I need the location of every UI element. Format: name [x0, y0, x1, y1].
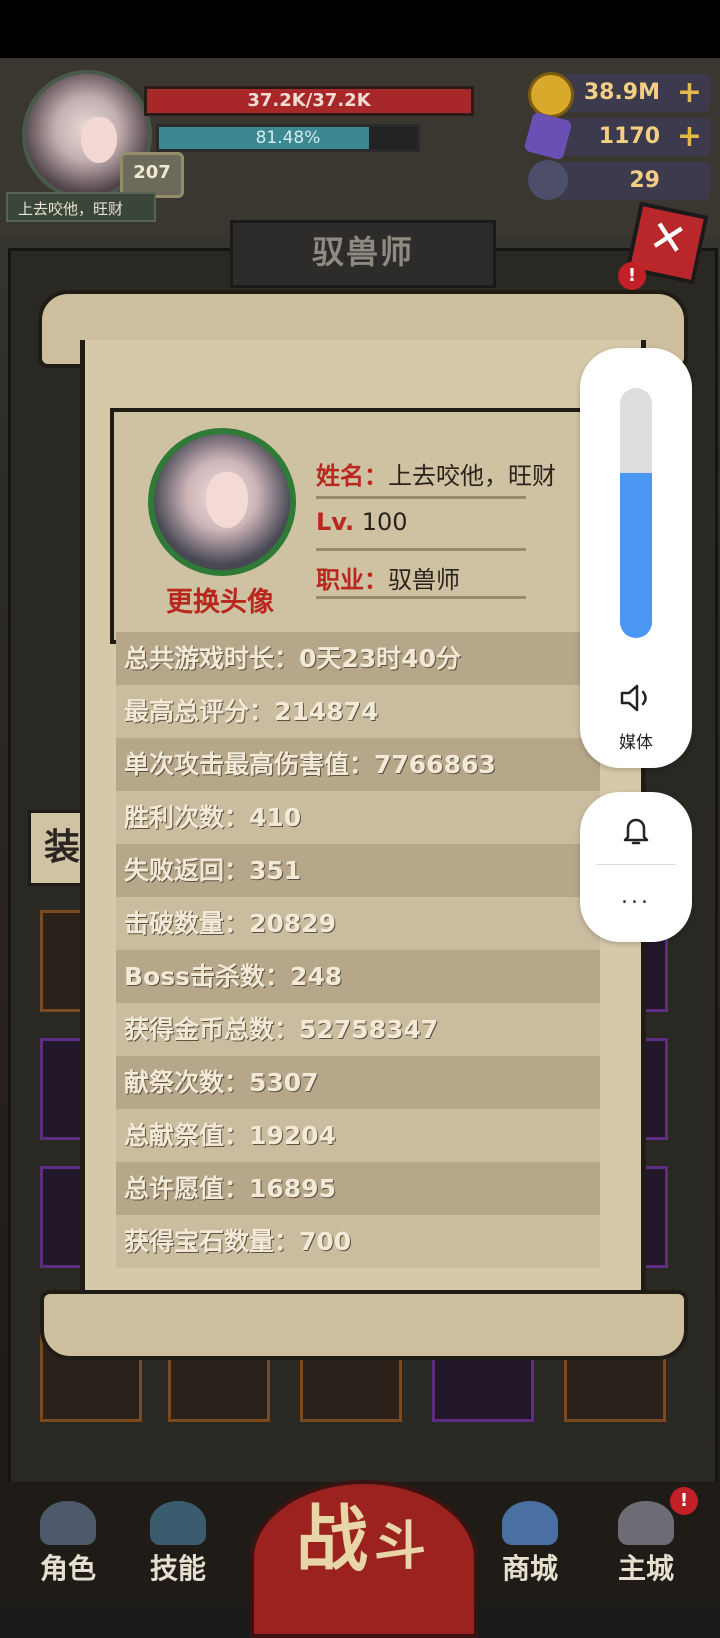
speaker-icon[interactable]	[618, 682, 654, 714]
ram-skull-icon	[528, 160, 568, 200]
nav-role-label: 角色	[39, 1552, 96, 1585]
stat-row: 最高总评分：214874	[116, 685, 600, 738]
change-avatar-button[interactable]: 更换头像	[150, 580, 290, 619]
nav-city-label: 主城	[617, 1552, 674, 1585]
stats-list[interactable]: 总共游戏时长：0天23时40分 最高总评分：214874 单次攻击最高伤害值：7…	[116, 632, 600, 1270]
hp-bar: 37.2K/37.2K	[144, 86, 474, 116]
divider	[596, 864, 676, 865]
avatar-face	[80, 116, 117, 163]
stat-row: Boss击杀数：248	[116, 950, 600, 1003]
divider	[316, 548, 526, 551]
stat-row: 总共游戏时长：0天23时40分	[116, 632, 600, 685]
notification-dot: !	[670, 1487, 698, 1515]
gem-counter: 1170 +	[558, 118, 710, 156]
profile-level-line: Lv. 100	[316, 508, 408, 536]
add-gold-button[interactable]: +	[677, 74, 702, 112]
stat-row: 总献祭值：19204	[116, 1109, 600, 1162]
class-value: 驭兽师	[388, 566, 460, 594]
portrait-face	[205, 472, 248, 529]
nav-shop-label: 商城	[501, 1552, 558, 1585]
status-bar	[0, 0, 720, 58]
nav-skill-label: 技能	[149, 1552, 206, 1585]
helmet-icon	[40, 1501, 96, 1545]
xp-text: 81.48%	[255, 128, 321, 148]
level-value: 100	[361, 508, 408, 536]
profile-portrait[interactable]	[148, 428, 296, 576]
skill-swirl-icon	[150, 1501, 206, 1545]
divider	[316, 496, 526, 499]
soul-counter: 29	[558, 162, 710, 200]
stat-row: 失败返回：351	[116, 844, 600, 897]
notification-dot: !	[618, 262, 646, 290]
gem-value: 1170	[598, 124, 660, 149]
panel-title: 驭兽师	[230, 220, 496, 288]
class-key: 职业：	[316, 566, 388, 594]
divider	[316, 596, 526, 599]
shop-tent-icon	[502, 1501, 558, 1545]
stat-row: 击破数量：20829	[116, 897, 600, 950]
profile-name-line: 姓名：上去咬他，旺财	[316, 456, 556, 491]
stat-row: 胜利次数：410	[116, 791, 600, 844]
more-icon[interactable]: ...	[580, 884, 692, 909]
castle-icon	[618, 1501, 674, 1545]
scroll-bottom-roll	[40, 1290, 688, 1360]
stat-row: 获得金币总数：52758347	[116, 1003, 600, 1056]
profile-class-line: 职业：驭兽师	[316, 560, 460, 595]
xp-bar: 81.48%	[156, 124, 420, 152]
stat-row: 献祭次数：5307	[116, 1056, 600, 1109]
level-key: Lv.	[316, 508, 355, 536]
fight-label: 战斗	[295, 1497, 433, 1581]
volume-fill	[620, 473, 652, 638]
fight-button[interactable]: 战斗	[250, 1480, 478, 1638]
add-gem-button[interactable]: +	[677, 118, 702, 156]
volume-slider[interactable]	[620, 388, 652, 638]
nav-role-button[interactable]: 角色	[18, 1495, 118, 1595]
bell-icon[interactable]	[618, 812, 654, 848]
gold-value: 38.9M	[583, 80, 660, 105]
nav-skill-button[interactable]: 技能	[128, 1495, 228, 1595]
nav-shop-button[interactable]: 商城	[480, 1495, 580, 1595]
media-label: 媒体	[619, 733, 653, 753]
gold-counter: 38.9M +	[558, 74, 710, 112]
stat-row: 获得宝石数量：700	[116, 1215, 600, 1268]
gold-coin-icon	[528, 72, 574, 118]
soul-value: 29	[629, 168, 660, 193]
name-key: 姓名：	[316, 462, 388, 490]
name-value: 上去咬他，旺财	[388, 462, 556, 490]
player-name-tag: 上去咬他，旺财	[6, 192, 156, 222]
stat-row: 单次攻击最高伤害值：7766863	[116, 738, 600, 791]
stat-row: 总许愿值：16895	[116, 1162, 600, 1215]
